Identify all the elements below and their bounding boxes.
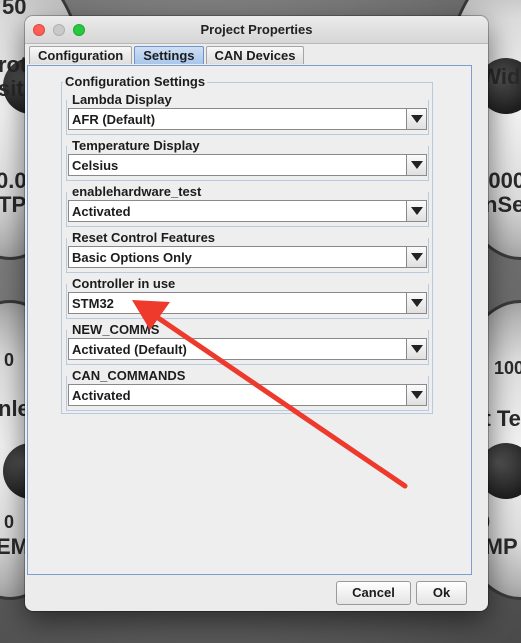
field-label: Reset Control Features (70, 230, 218, 245)
dropdown-button[interactable] (406, 293, 426, 313)
cancel-button[interactable]: Cancel (336, 581, 411, 605)
gauge-scale: 0 (4, 350, 15, 370)
tab-can-devices[interactable]: CAN Devices (205, 46, 305, 64)
field-label: Temperature Display (70, 138, 202, 153)
title-bar[interactable]: Project Properties (25, 16, 488, 44)
gauge-scale: 100 (494, 358, 521, 378)
chevron-down-icon (411, 115, 423, 123)
field-new-comms: NEW_COMMS Activated (Default) (66, 322, 429, 365)
field-controller-in-use: Controller in use STM32 (66, 276, 429, 319)
field-label: NEW_COMMS (70, 322, 162, 337)
enablehardware-test-select[interactable]: Activated (68, 200, 427, 222)
new-comms-select[interactable]: Activated (Default) (68, 338, 427, 360)
gauge-scale: 50 (2, 0, 27, 19)
field-reset-control-features: Reset Control Features Basic Options Onl… (66, 230, 429, 273)
dialog-title: Project Properties (200, 22, 313, 37)
gauge-unit: nSec (484, 192, 521, 217)
select-value: Activated (72, 388, 131, 403)
select-value: Basic Options Only (72, 250, 192, 265)
field-label: Controller in use (70, 276, 178, 291)
gauge-value: 0.0 (0, 168, 27, 193)
field-label: Lambda Display (70, 92, 174, 107)
ok-button[interactable]: Ok (416, 581, 467, 605)
field-label: CAN_COMMANDS (70, 368, 188, 383)
gauge-value: 0 (4, 512, 15, 532)
chevron-down-icon (411, 161, 423, 169)
field-temperature-display: Temperature Display Celsius (66, 138, 429, 181)
select-value: Activated (Default) (72, 342, 187, 357)
chevron-down-icon (411, 391, 423, 399)
project-properties-dialog: Project Properties Configuration Setting… (25, 16, 488, 611)
field-enablehardware-test: enablehardware_test Activated (66, 184, 429, 227)
chevron-down-icon (411, 299, 423, 307)
chevron-down-icon (411, 207, 423, 215)
lambda-display-select[interactable]: AFR (Default) (68, 108, 427, 130)
select-value: Activated (72, 204, 131, 219)
select-value: Celsius (72, 158, 119, 173)
dropdown-button[interactable] (406, 339, 426, 359)
select-value: STM32 (72, 296, 114, 311)
field-lambda-display: Lambda Display AFR (Default) (66, 92, 429, 135)
select-value: AFR (Default) (72, 112, 156, 127)
temperature-display-select[interactable]: Celsius (68, 154, 427, 176)
dropdown-button[interactable] (406, 385, 426, 405)
dropdown-button[interactable] (406, 155, 426, 175)
dropdown-button[interactable] (406, 247, 426, 267)
field-label: enablehardware_test (70, 184, 204, 199)
tab-configuration[interactable]: Configuration (29, 46, 133, 64)
group-title: Configuration Settings (63, 74, 208, 89)
tab-bar: Configuration Settings CAN Devices (29, 46, 306, 66)
chevron-down-icon (411, 253, 423, 261)
field-can-commands: CAN_COMMANDS Activated (66, 368, 429, 411)
dropdown-button[interactable] (406, 201, 426, 221)
controller-in-use-select[interactable]: STM32 (68, 292, 427, 314)
tab-settings[interactable]: Settings (134, 46, 204, 64)
dropdown-button[interactable] (406, 109, 426, 129)
can-commands-select[interactable]: Activated (68, 384, 427, 406)
reset-control-features-select[interactable]: Basic Options Only (68, 246, 427, 268)
chevron-down-icon (411, 345, 423, 353)
